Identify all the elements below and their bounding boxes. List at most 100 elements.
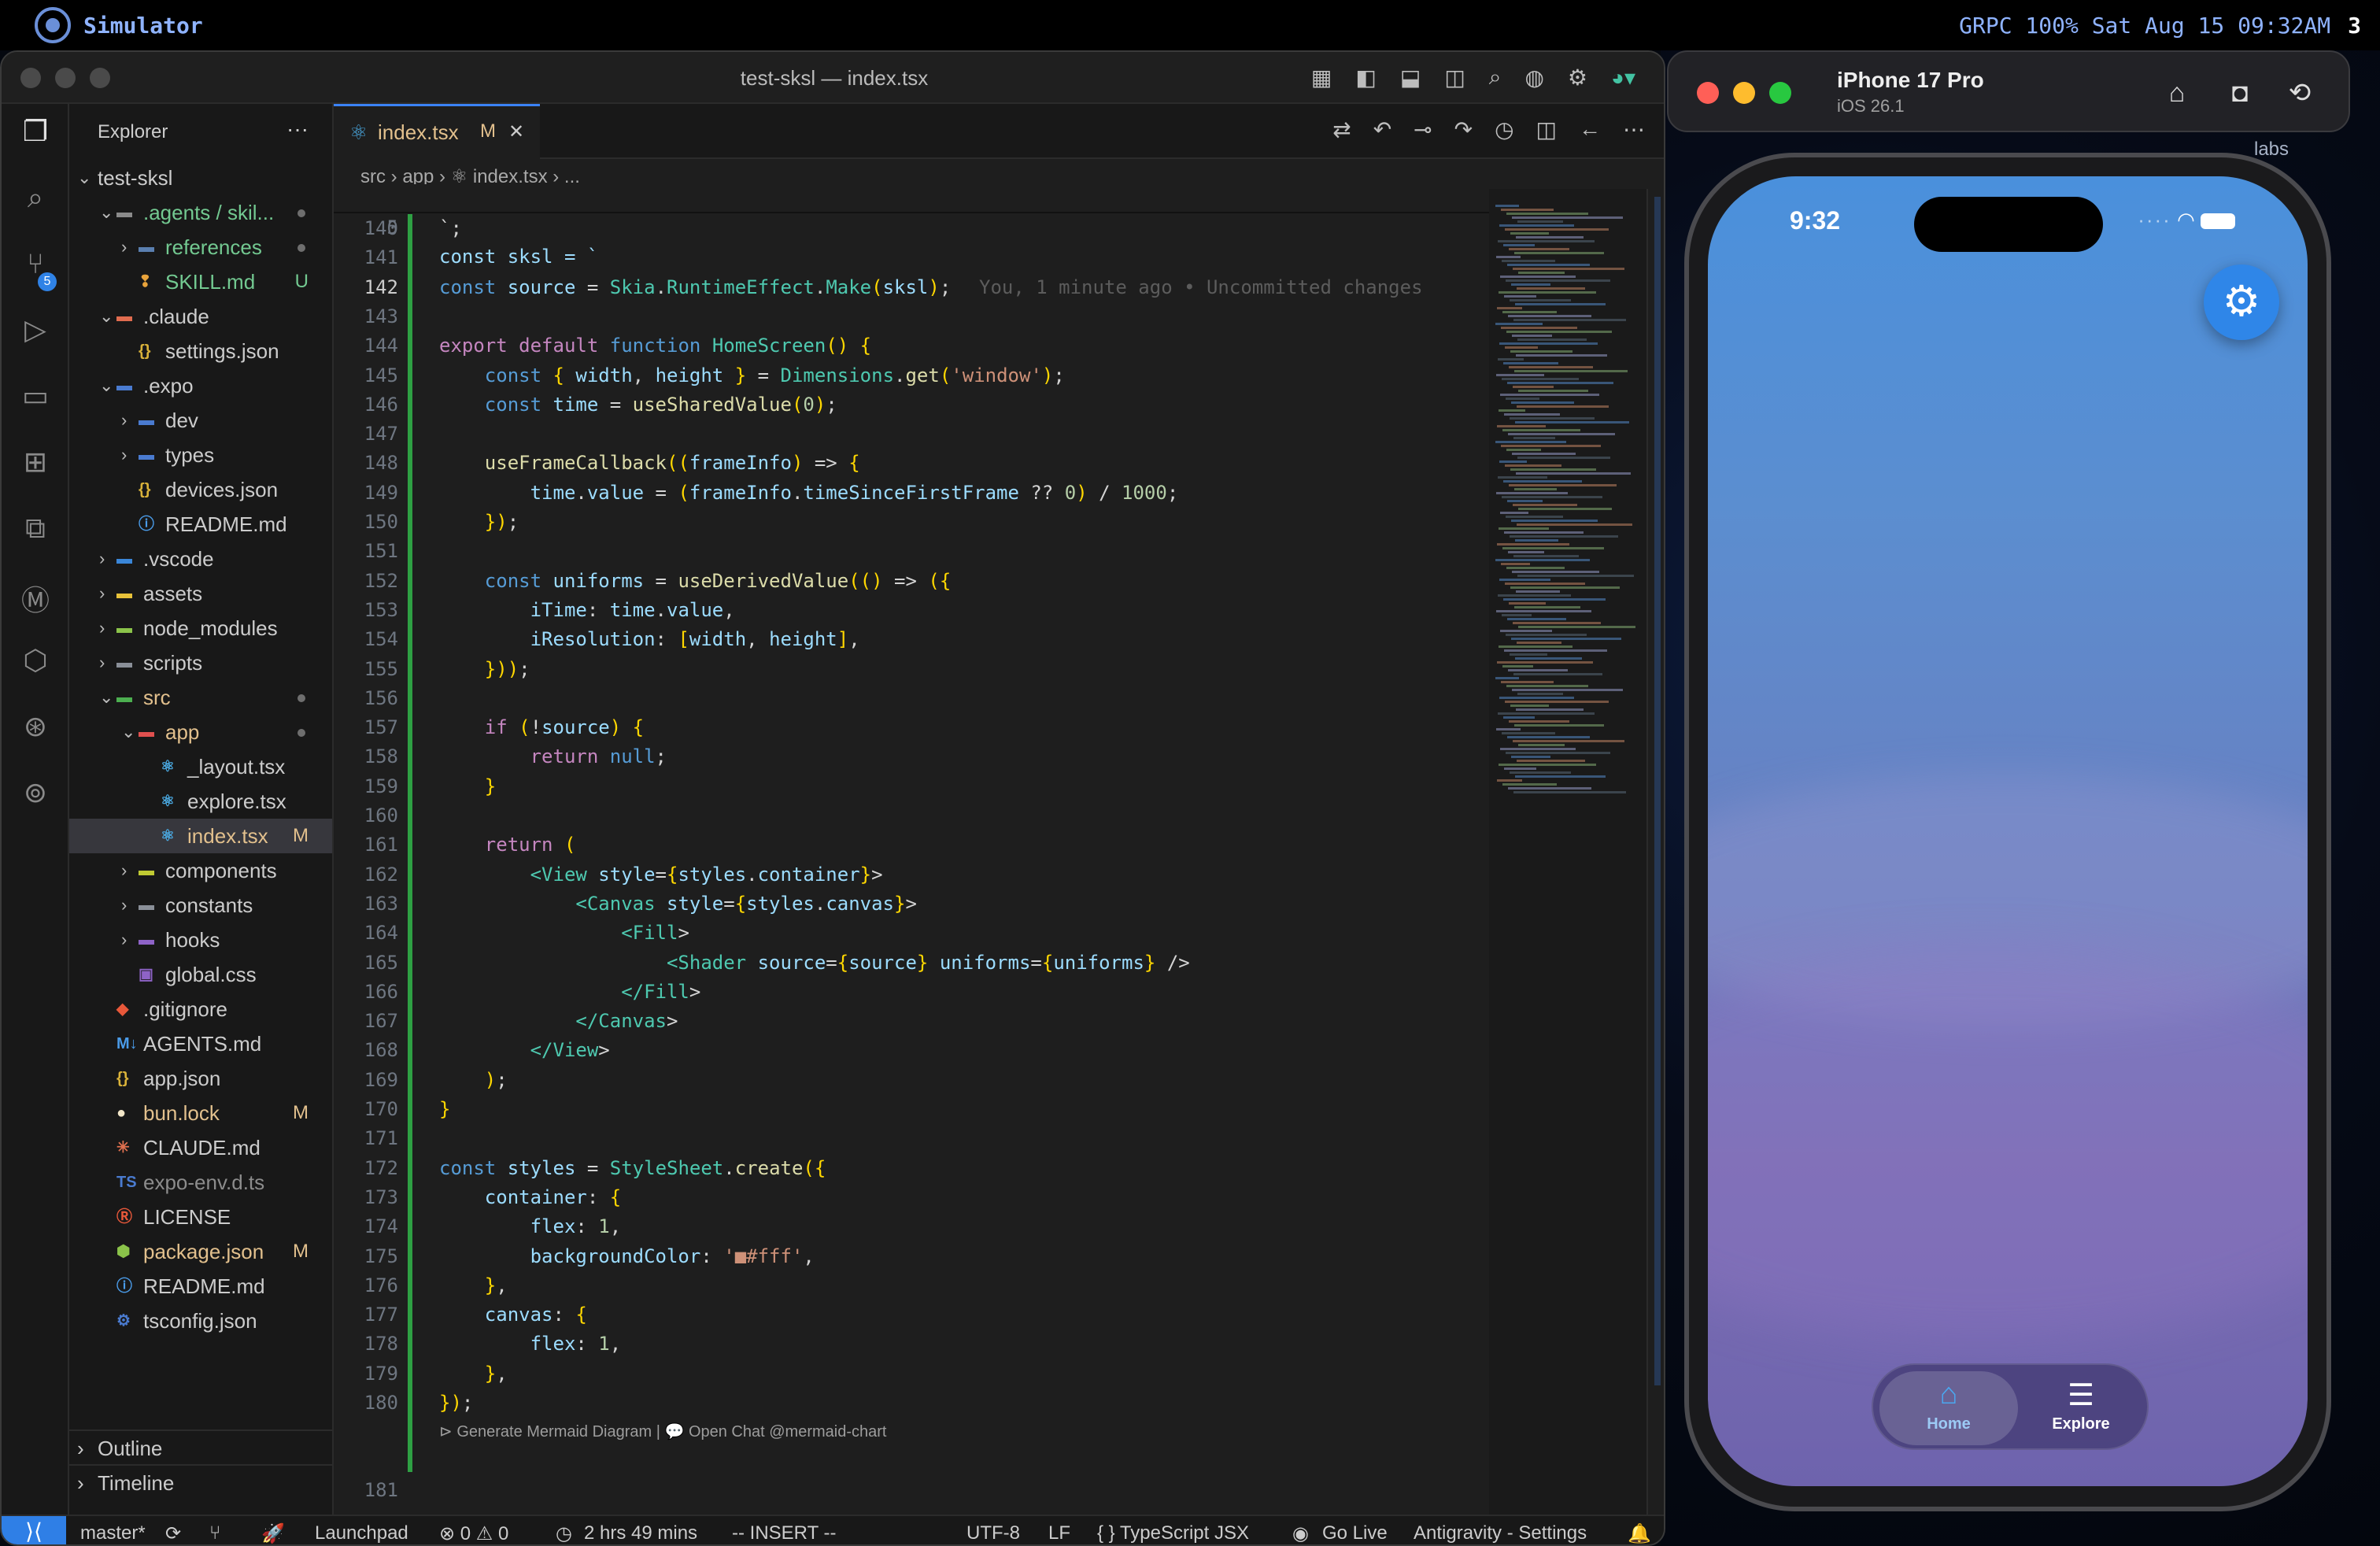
gitlens-icon[interactable]: Ⓜ <box>2 578 69 619</box>
tree-item[interactable]: ❢ SKILL.md U <box>69 264 332 299</box>
code-line[interactable]: 167 </Canvas> <box>334 1007 1491 1036</box>
code-line[interactable]: 157 if (!source) { <box>334 713 1491 742</box>
code-line[interactable]: 181 <box>334 1447 1491 1501</box>
code-line[interactable]: 150 }); <box>334 508 1491 537</box>
git-graph-status-icon[interactable]: ⑂ <box>209 1522 220 1544</box>
code-line[interactable]: 145 const { width, height } = Dimensions… <box>334 361 1491 390</box>
codelens-actions[interactable]: ⊳ Generate Mermaid Diagram | 💬 Open Chat… <box>439 1422 886 1441</box>
settings-gear-icon[interactable]: ⚙ <box>2204 264 2279 340</box>
code-line[interactable]: 141 <box>334 243 1491 272</box>
coding-time[interactable]: 2 hrs 49 mins <box>584 1522 697 1544</box>
tree-item[interactable]: {} devices.json <box>69 472 332 507</box>
git-graph-icon[interactable]: ⊛ <box>2 710 69 743</box>
settings-gear-icon[interactable]: ⚙ <box>1568 65 1587 91</box>
end-of-line[interactable]: LF <box>1048 1522 1070 1544</box>
code-line[interactable]: 165 <Shader source={source} uniforms={un… <box>334 949 1491 978</box>
tree-item[interactable]: ◆ .gitignore <box>69 992 332 1026</box>
tree-item[interactable]: ⚛ index.tsx M <box>69 819 332 853</box>
code-line[interactable]: 164 <Fill> <box>334 919 1491 948</box>
tree-item[interactable]: ⚛ explore.tsx <box>69 784 332 819</box>
code-line[interactable]: 160 <box>334 801 1491 830</box>
code-line[interactable]: 166 </Fill> <box>334 978 1491 1007</box>
remote-indicator-icon[interactable]: ⟩⟨ <box>2 1516 66 1544</box>
extensions-icon[interactable]: ⊞ <box>2 446 69 479</box>
toggle-panel-icon[interactable]: ⬓ <box>1400 65 1421 91</box>
code-line[interactable]: 174 flex: 1, <box>334 1212 1491 1241</box>
sim-minimize-button[interactable] <box>1733 82 1755 104</box>
code-line[interactable]: 179 }, <box>334 1359 1491 1389</box>
tree-item[interactable]: › ▬ .vscode <box>69 542 332 576</box>
tree-item[interactable]: › ▬ components <box>69 853 332 888</box>
remote-explorer-icon[interactable]: ▭ <box>2 379 69 412</box>
explorer-icon[interactable]: ❐ <box>2 115 69 148</box>
sync-icon[interactable]: ⟳ <box>165 1522 181 1544</box>
go-live-button[interactable]: Go Live <box>1322 1522 1388 1544</box>
iphone-screen[interactable]: 9:32 ···· ◠ ⚙ ⌂ Home ☰ Explore <box>1708 176 2308 1486</box>
code-line[interactable]: 142 const source = Skia.RuntimeEffect.Mak… <box>334 273 1491 302</box>
tree-item[interactable]: › ▬ node_modules <box>69 611 332 645</box>
tab-explore[interactable]: ☰ Explore <box>2012 1365 2150 1452</box>
outline-section[interactable]: › Outline <box>69 1429 332 1464</box>
code-line[interactable]: 144 export default function HomeScreen() … <box>334 331 1491 361</box>
tree-item[interactable]: M↓ AGENTS.md <box>69 1026 332 1061</box>
code-line[interactable]: 168 </View> <box>334 1036 1491 1065</box>
home-button-icon[interactable]: ⌂ <box>2156 72 2197 113</box>
tree-root-folder[interactable]: ⌄ test-sksl <box>69 161 332 195</box>
timeline-section[interactable]: › Timeline <box>69 1464 332 1499</box>
copilot-icon[interactable]: ◍ <box>1524 65 1543 91</box>
code-line[interactable]: 149 time.value = (frameInfo.timeSinceFir… <box>334 479 1491 508</box>
code-line[interactable]: 173 container: { <box>334 1183 1491 1212</box>
tree-item[interactable]: ⌄ ▬ .agents / skil... <box>69 195 332 230</box>
tab-close-icon[interactable]: ✕ <box>508 120 524 143</box>
code-line[interactable]: 176 }, <box>334 1271 1491 1300</box>
tree-item[interactable]: › ▬ scripts <box>69 645 332 680</box>
tree-item[interactable]: {} settings.json <box>69 334 332 368</box>
code-line[interactable]: 146 const time = useSharedValue(0); <box>334 390 1491 420</box>
customize-layout-icon[interactable]: ▦ <box>1311 65 1332 91</box>
code-line[interactable]: 178 flex: 1, <box>334 1330 1491 1359</box>
antigravity-settings[interactable]: Antigravity - Settings <box>1414 1522 1587 1544</box>
code-line[interactable]: 159 } <box>334 772 1491 801</box>
code-line[interactable]: 148 useFrameCallback((frameInfo) => { <box>334 449 1491 478</box>
tree-item[interactable]: › ▬ references <box>69 230 332 264</box>
more-actions-icon[interactable]: ⋯ <box>1623 117 1645 142</box>
tree-item[interactable]: ⌄ ▬ src <box>69 680 332 715</box>
tree-item[interactable]: ● bun.lock M <box>69 1096 332 1130</box>
tree-item[interactable]: {} app.json <box>69 1061 332 1096</box>
code-line[interactable]: 158 return null; <box>334 742 1491 771</box>
code-line[interactable]: 171 <box>334 1124 1491 1153</box>
accounts-icon[interactable]: ◕▾ <box>1611 65 1635 91</box>
tree-item[interactable]: TS expo-env.d.ts <box>69 1165 332 1200</box>
code-line[interactable]: 175 backgroundColor: '■#fff', <box>334 1242 1491 1271</box>
split-editor-icon[interactable]: ◫ <box>1536 117 1557 142</box>
code-line[interactable]: 143 <box>334 302 1491 331</box>
sticky-scroll-line[interactable]: 5 const sksl = ` <box>334 184 1491 268</box>
commit-icon[interactable]: ⊸ <box>1414 117 1432 142</box>
language-mode[interactable]: { } TypeScript JSX <box>1097 1522 1249 1544</box>
testing-icon[interactable]: ⧉ <box>2 512 69 546</box>
tree-item[interactable]: ⓘ README.md <box>69 1269 332 1304</box>
file-history-icon[interactable]: ◷ <box>1495 117 1513 142</box>
screenshot-camera-icon[interactable]: ◘ <box>2219 72 2260 113</box>
encoding[interactable]: UTF-8 <box>966 1522 1020 1544</box>
editor-scrollbar[interactable] <box>1646 189 1664 1515</box>
explorer-more-actions[interactable]: ··· <box>286 117 309 142</box>
sim-close-button[interactable] <box>1697 82 1719 104</box>
code-line[interactable]: 170} <box>334 1095 1491 1124</box>
git-branch[interactable]: master* <box>80 1522 146 1544</box>
tree-item[interactable]: ▣ global.css <box>69 957 332 992</box>
sim-zoom-button[interactable] <box>1769 82 1791 104</box>
code-line[interactable]: 161 return ( <box>334 830 1491 860</box>
tab-index-tsx[interactable]: ⚛ index.tsx M ✕ <box>334 104 540 159</box>
problems-indicator[interactable]: ⊗ 0 ⚠ 0 <box>439 1522 508 1544</box>
menu-bar-count[interactable]: 3 <box>2348 13 2361 39</box>
toggle-sidebar-icon[interactable]: ◧ <box>1355 65 1376 91</box>
search-icon[interactable]: ⌕ <box>1489 65 1502 91</box>
code-line[interactable]: 152 const uniforms = useDerivedValue(() … <box>334 567 1491 596</box>
menu-bar-status-text[interactable]: GRPC 100% Sat Aug 15 09:32AM <box>1959 13 2330 39</box>
code-line[interactable]: 162 <View style={styles.container}> <box>334 860 1491 890</box>
rotate-device-icon[interactable]: ⟲ <box>2279 72 2320 113</box>
code-line[interactable]: 155 })); <box>334 655 1491 684</box>
toggle-secondary-sidebar-icon[interactable]: ◫ <box>1444 65 1465 91</box>
code-line[interactable]: 147 <box>334 420 1491 449</box>
